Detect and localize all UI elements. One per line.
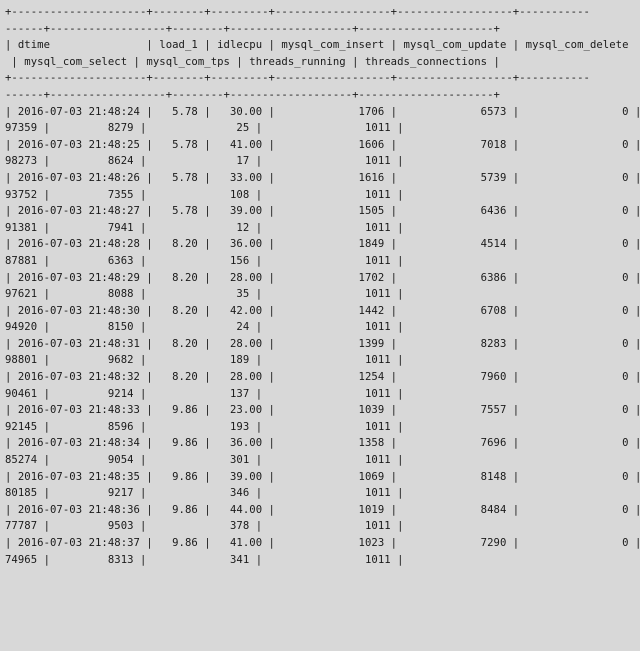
output-line: | 2016-07-03 21:48:24 | 5.78 | 30.00 | 1…	[5, 105, 640, 118]
output-line: 97359 | 8279 | 25 | 1011 |	[5, 122, 404, 135]
output-line: 80185 | 9217 | 346 | 1011 |	[5, 487, 404, 500]
output-line: ------+------------------+--------+-----…	[5, 22, 500, 35]
output-line: | 2016-07-03 21:48:27 | 5.78 | 39.00 | 1…	[5, 205, 640, 218]
output-line: | 2016-07-03 21:48:28 | 8.20 | 36.00 | 1…	[5, 238, 640, 251]
output-line: 92145 | 8596 | 193 | 1011 |	[5, 420, 404, 433]
output-line: | 2016-07-03 21:48:29 | 8.20 | 28.00 | 1…	[5, 271, 640, 284]
output-line: +---------------------+--------+--------…	[5, 6, 590, 18]
output-line: | 2016-07-03 21:48:26 | 5.78 | 33.00 | 1…	[5, 171, 640, 184]
output-line: 85274 | 9054 | 301 | 1011 |	[5, 454, 404, 467]
output-line: | 2016-07-03 21:48:32 | 8.20 | 28.00 | 1…	[5, 371, 640, 384]
output-line: | dtime | load_1 | idlecpu | mysql_com_i…	[5, 39, 629, 52]
output-line: 98801 | 9682 | 189 | 1011 |	[5, 354, 404, 367]
output-line: | 2016-07-03 21:48:34 | 9.86 | 36.00 | 1…	[5, 437, 640, 450]
output-line: 87881 | 6363 | 156 | 1011 |	[5, 254, 404, 267]
output-line: 93752 | 7355 | 108 | 1011 |	[5, 188, 404, 201]
query-output-panel: +---------------------+--------+--------…	[0, 0, 640, 651]
output-line: | 2016-07-03 21:48:33 | 9.86 | 23.00 | 1…	[5, 404, 640, 417]
output-line: | 2016-07-03 21:48:36 | 9.86 | 44.00 | 1…	[5, 503, 640, 516]
output-line: | 2016-07-03 21:48:31 | 8.20 | 28.00 | 1…	[5, 337, 640, 350]
output-line: | 2016-07-03 21:48:35 | 9.86 | 39.00 | 1…	[5, 470, 640, 483]
output-line: 91381 | 7941 | 12 | 1011 |	[5, 221, 404, 234]
query-result-table: +---------------------+--------+--------…	[5, 4, 640, 568]
output-line: +---------------------+--------+--------…	[5, 72, 590, 85]
output-line: ------+------------------+--------+-----…	[5, 88, 500, 101]
output-line: | 2016-07-03 21:48:25 | 5.78 | 41.00 | 1…	[5, 138, 640, 151]
output-line: | 2016-07-03 21:48:37 | 9.86 | 41.00 | 1…	[5, 537, 640, 549]
output-line: 94920 | 8150 | 24 | 1011 |	[5, 321, 404, 334]
output-line: 98273 | 8624 | 17 | 1011 |	[5, 155, 404, 168]
output-line: | mysql_com_select | mysql_com_tps | thr…	[5, 55, 500, 68]
output-line: 77787 | 9503 | 378 | 1011 |	[5, 520, 404, 533]
output-line: 97621 | 8088 | 35 | 1011 |	[5, 288, 404, 301]
output-line: 74965 | 8313 | 341 | 1011 |	[5, 553, 404, 566]
output-line: | 2016-07-03 21:48:30 | 8.20 | 42.00 | 1…	[5, 304, 640, 317]
output-line: 90461 | 9214 | 137 | 1011 |	[5, 387, 404, 400]
